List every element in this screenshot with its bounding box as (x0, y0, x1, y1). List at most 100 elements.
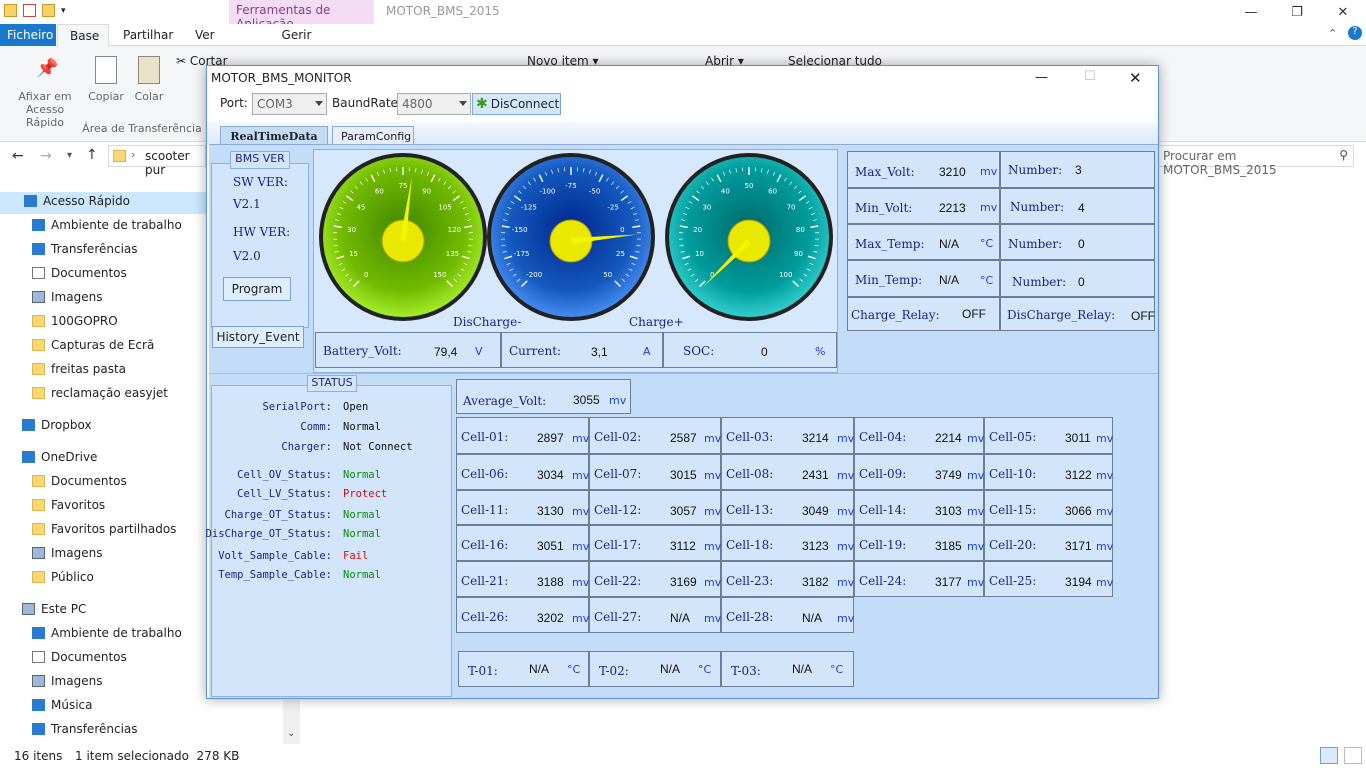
chevron-down-icon[interactable]: ▾ (61, 6, 66, 16)
battery-volt-value: 79,4 (434, 345, 458, 359)
nav-item[interactable]: Acesso Rápido (24, 190, 130, 212)
close-button[interactable]: ✕ (1320, 0, 1366, 24)
gauge-tick-label: 30 (347, 226, 356, 234)
tab-ver[interactable]: Ver (185, 24, 225, 46)
up-icon[interactable]: ↑ (86, 147, 98, 163)
cell-value: N/A (670, 611, 691, 625)
pc-icon (22, 603, 35, 615)
bms-maximize-button[interactable]: ☐ (1084, 69, 1096, 84)
nav-item[interactable]: Ambiente de trabalho (32, 622, 182, 644)
gauge-tick-label: -100 (539, 188, 555, 196)
cell-value: 2587 (670, 431, 697, 445)
details-view-icon[interactable] (1320, 747, 1338, 764)
documents-icon (32, 267, 45, 279)
paste-button[interactable]: Colar (130, 90, 168, 103)
cell-unit: mv (837, 469, 855, 482)
copy-button[interactable]: Copiar (86, 90, 126, 103)
port-select[interactable]: COM3 (252, 93, 327, 115)
nav-item[interactable]: Favoritos (32, 494, 105, 516)
nav-item[interactable]: Transferências (32, 718, 138, 740)
cell-label: Cell-20: (989, 538, 1037, 552)
cell-unit: mv (704, 505, 722, 518)
tab-partilhar[interactable]: Partilhar (113, 24, 183, 46)
nav-item-label: reclamação easyjet (51, 386, 168, 400)
help-icon[interactable]: ? (1348, 26, 1362, 40)
temperature-sensor: T-01: N/A °C (458, 651, 589, 687)
gauge-tick-label: 105 (438, 203, 451, 211)
nav-scrollbar[interactable]: ⌄ (283, 700, 300, 744)
disconnect-button[interactable]: ✱ DisConnect (472, 93, 561, 115)
max-volt-unit: mv (980, 165, 998, 178)
nav-item-label: OneDrive (41, 450, 98, 464)
cell-voltage: Cell-11: 3130 mv (456, 490, 589, 525)
cell-value: 2214 (935, 431, 962, 445)
large-icons-view-icon[interactable] (1344, 747, 1362, 764)
nav-item[interactable]: Ambiente de trabalho (32, 214, 182, 236)
nav-item[interactable]: Imagens (32, 542, 102, 564)
nav-item[interactable]: 100GOPRO (32, 310, 118, 332)
bms-window: MOTOR_BMS_MONITOR — ☐ ✕ Port: COM3 Baund… (206, 65, 1159, 699)
gauge-tick-label: 0 (620, 226, 624, 234)
maximize-button[interactable]: ❐ (1274, 0, 1320, 24)
search-input[interactable]: Procurar em MOTOR_BMS_2015 ⚲ (1158, 145, 1354, 177)
properties-icon[interactable] (23, 4, 36, 17)
nav-item[interactable]: Documentos (32, 262, 127, 284)
folder-icon (32, 523, 45, 535)
cell-label: Cell-14: (859, 503, 907, 517)
nav-item[interactable]: OneDrive (22, 446, 97, 468)
ribbon-collapse-icon[interactable]: ⌃ (1328, 27, 1337, 40)
cell-voltage: Cell-22: 3169 mv (589, 561, 721, 597)
nav-item[interactable]: Transferências (32, 238, 138, 260)
cell-value: 2431 (802, 468, 829, 482)
nav-item[interactable]: Imagens (32, 286, 102, 308)
pin-button[interactable]: Afixar em Acesso Rápido (6, 90, 84, 129)
clipboard-group-label: Área de Transferência (82, 122, 202, 135)
nav-item[interactable]: freitas pasta (32, 358, 126, 380)
folder-icon[interactable] (4, 4, 17, 17)
cell-voltage: Cell-21: 3188 mv (456, 561, 589, 597)
nav-item[interactable]: Dropbox (22, 414, 92, 436)
nav-item[interactable]: Documentos (32, 646, 127, 668)
breadcrumb-chevron-icon: › (131, 148, 136, 161)
tab-base[interactable]: Base (57, 24, 109, 46)
min-volt-unit: mv (980, 201, 998, 214)
nav-item[interactable]: Favoritos partilhados (32, 518, 176, 540)
charge-relay-value: OFF (962, 307, 986, 321)
new-folder-icon[interactable] (42, 4, 55, 17)
cell-label: Cell-09: (859, 467, 907, 481)
program-button[interactable]: Program (223, 277, 291, 301)
cell-value: 3112 (670, 539, 696, 553)
nav-item[interactable]: Música (32, 694, 93, 716)
sw-ver-label: SW VER: (233, 175, 288, 189)
nav-item[interactable]: reclamação easyjet (32, 382, 168, 404)
gauge-tick-label: 45 (356, 203, 365, 211)
paste-icon (138, 56, 160, 84)
nav-item[interactable]: Público (32, 566, 94, 588)
bms-minimize-button[interactable]: — (1035, 70, 1048, 85)
nav-item[interactable]: Capturas de Ecrã (32, 334, 154, 356)
history-event-button[interactable]: History_Event (212, 326, 304, 348)
back-icon[interactable]: ← (12, 148, 24, 164)
cell-voltage: Cell-24: 3177 mv (854, 561, 984, 597)
nav-item[interactable]: Imagens (32, 670, 102, 692)
tab-ficheiro[interactable]: Ficheiro (0, 24, 56, 46)
address-box[interactable]: › scooter pur (108, 145, 206, 177)
nav-item[interactable]: Documentos (32, 470, 127, 492)
battery-volt-unit: V (475, 345, 483, 358)
baudrate-select[interactable]: 4800 (397, 93, 471, 115)
status-label: Charge_OT_Status: (224, 509, 332, 521)
cell-voltage: Cell-12: 3057 mv (589, 490, 721, 525)
cell-label: Cell-16: (461, 538, 509, 552)
bms-close-button[interactable]: ✕ (1129, 69, 1142, 87)
tab-realtimedata[interactable]: RealTimeData (220, 126, 328, 145)
nav-item-label: Música (51, 698, 93, 712)
minimize-button[interactable]: — (1228, 0, 1274, 24)
recent-locations-icon[interactable]: ▾ (67, 150, 72, 161)
folder-icon (32, 499, 45, 511)
forward-icon[interactable]: → (40, 148, 52, 164)
cell-unit: mv (967, 540, 985, 553)
pin-icon: 📌 (36, 58, 59, 79)
tab-paramconfig[interactable]: ParamConfig (332, 126, 414, 145)
nav-item[interactable]: Este PC (22, 598, 86, 620)
tab-gerir[interactable]: Gerir (229, 24, 374, 46)
